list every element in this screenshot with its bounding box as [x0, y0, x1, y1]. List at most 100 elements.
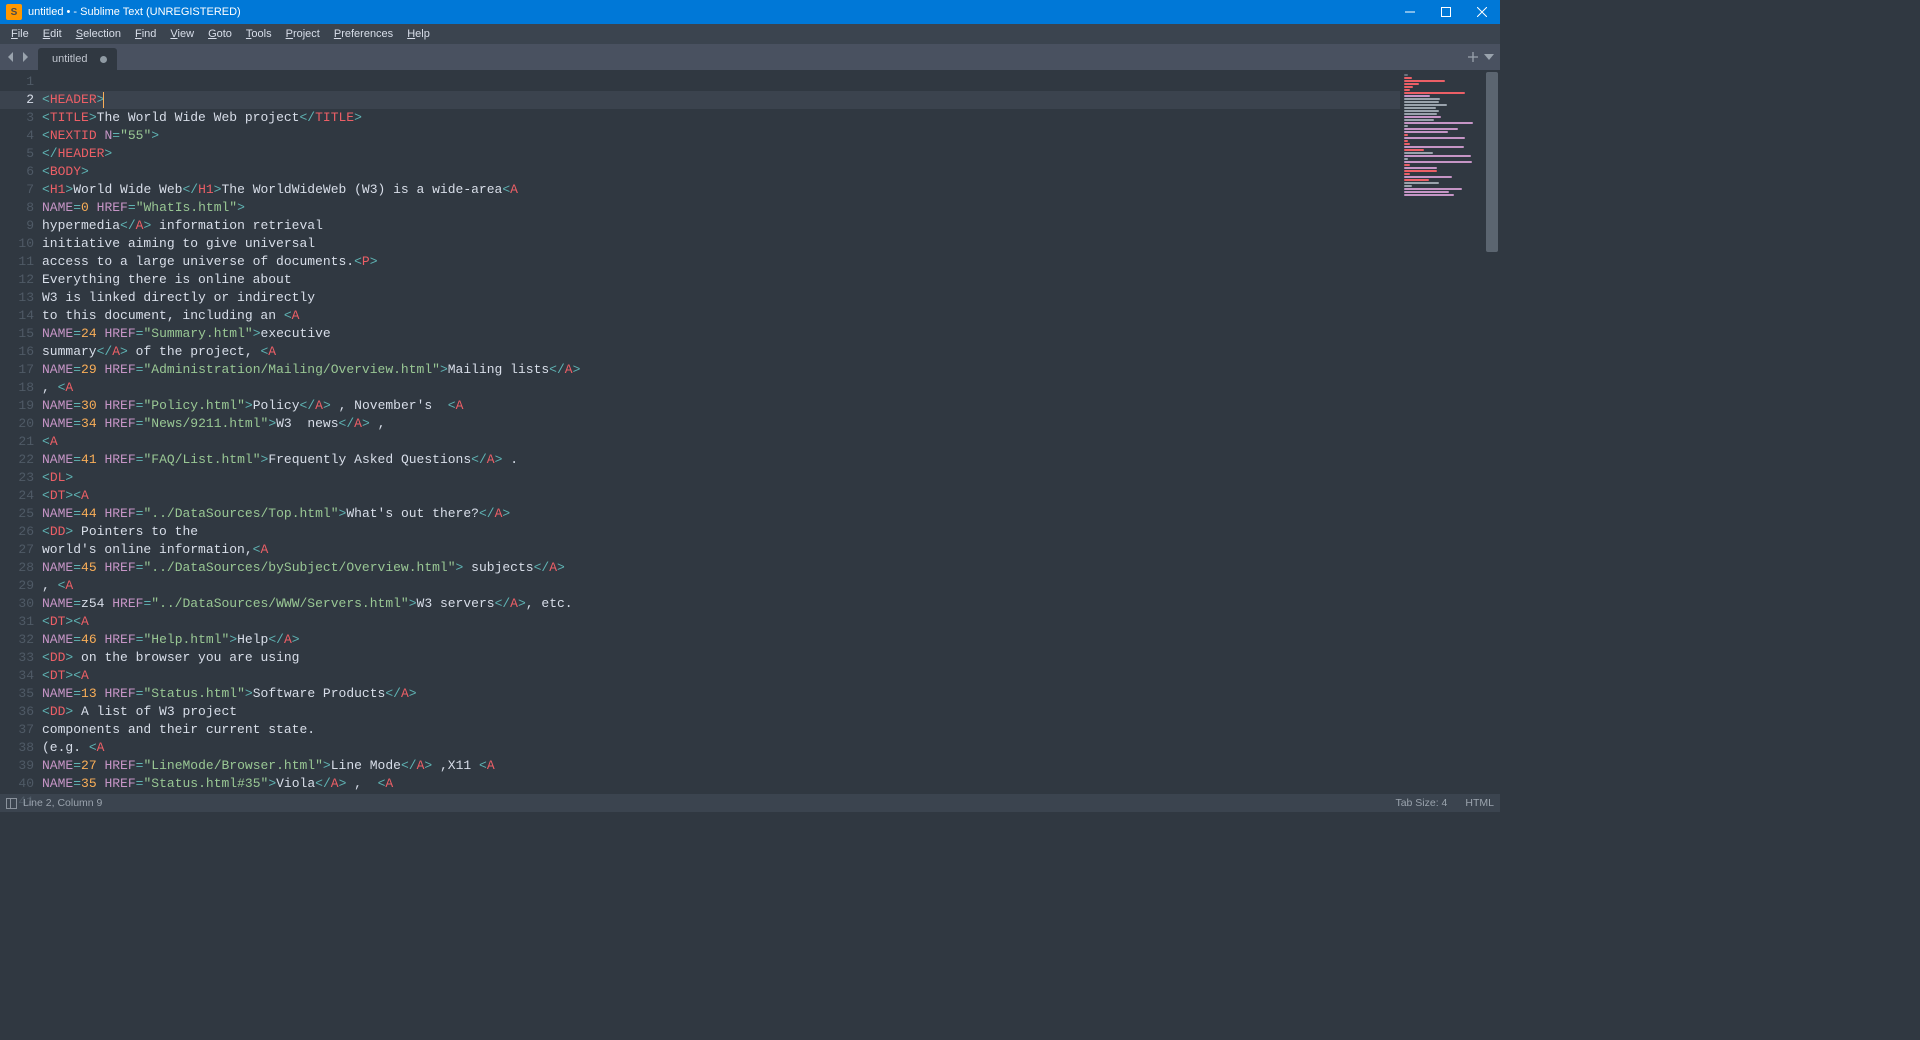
new-tab-icon[interactable] [1468, 52, 1478, 62]
menu-project[interactable]: Project [279, 26, 327, 42]
code-line[interactable]: (e.g. <A [42, 739, 1400, 757]
code-line[interactable]: access to a large universe of documents.… [42, 253, 1400, 271]
line-number[interactable]: 26 [0, 523, 42, 541]
menu-selection[interactable]: Selection [69, 26, 128, 42]
line-number[interactable]: 36 [0, 703, 42, 721]
code-line[interactable]: to this document, including an <A [42, 307, 1400, 325]
status-position[interactable]: Line 2, Column 9 [23, 797, 102, 809]
code-line[interactable]: , <A [42, 577, 1400, 595]
line-number[interactable]: 11 [0, 253, 42, 271]
code-line[interactable]: <DD> Pointers to the [42, 523, 1400, 541]
line-number[interactable]: 6 [0, 163, 42, 181]
tabs-dropdown-icon[interactable] [1484, 52, 1494, 62]
code-line[interactable]: <DT><A [42, 613, 1400, 631]
line-number[interactable]: 9 [0, 217, 42, 235]
code-line[interactable] [42, 73, 1400, 91]
line-number-gutter[interactable]: 1234567891011121314151617181920212223242… [0, 70, 42, 794]
menu-edit[interactable]: Edit [36, 26, 69, 42]
code-line[interactable]: <DD> A list of W3 project [42, 703, 1400, 721]
line-number[interactable]: 8 [0, 199, 42, 217]
code-line[interactable]: initiative aiming to give universal [42, 235, 1400, 253]
menu-help[interactable]: Help [400, 26, 437, 42]
code-line[interactable]: <A [42, 433, 1400, 451]
tab-untitled[interactable]: untitled [38, 48, 117, 70]
close-button[interactable] [1464, 0, 1500, 24]
scrollbar-thumb[interactable] [1486, 72, 1498, 252]
code-line[interactable]: NAME=29 HREF="Administration/Mailing/Ove… [42, 361, 1400, 379]
menu-tools[interactable]: Tools [239, 26, 279, 42]
line-number[interactable]: 1 [0, 73, 42, 91]
menu-goto[interactable]: Goto [201, 26, 239, 42]
sidebar-toggle-icon[interactable] [6, 798, 17, 809]
code-line[interactable]: NAME=27 HREF="LineMode/Browser.html">Lin… [42, 757, 1400, 775]
code-line[interactable]: <DT><A [42, 487, 1400, 505]
line-number[interactable]: 25 [0, 505, 42, 523]
menu-view[interactable]: View [163, 26, 201, 42]
line-number[interactable]: 16 [0, 343, 42, 361]
code-line[interactable]: <DL> [42, 469, 1400, 487]
code-line[interactable]: </HEADER> [42, 145, 1400, 163]
line-number[interactable]: 19 [0, 397, 42, 415]
code-line[interactable]: NAME=26 HREF="NeXT/WorldWideWeb.html">Ne… [42, 793, 1400, 794]
code-line[interactable]: NAME=30 HREF="Policy.html">Policy</A> , … [42, 397, 1400, 415]
maximize-button[interactable] [1428, 0, 1464, 24]
line-number[interactable]: 37 [0, 721, 42, 739]
line-number[interactable]: 3 [0, 109, 42, 127]
code-line[interactable]: NAME=34 HREF="News/9211.html">W3 news</A… [42, 415, 1400, 433]
line-number[interactable]: 13 [0, 289, 42, 307]
line-number[interactable]: 39 [0, 757, 42, 775]
code-line[interactable]: world's online information,<A [42, 541, 1400, 559]
code-line[interactable]: NAME=13 HREF="Status.html">Software Prod… [42, 685, 1400, 703]
line-number[interactable]: 30 [0, 595, 42, 613]
line-number[interactable]: 4 [0, 127, 42, 145]
code-line[interactable]: <NEXTID N="55"> [42, 127, 1400, 145]
line-number[interactable]: 17 [0, 361, 42, 379]
line-number[interactable]: 18 [0, 379, 42, 397]
line-number[interactable]: 33 [0, 649, 42, 667]
code-line[interactable]: W3 is linked directly or indirectly [42, 289, 1400, 307]
nav-forward-icon[interactable] [20, 50, 30, 64]
menu-preferences[interactable]: Preferences [327, 26, 400, 42]
line-number[interactable]: 40 [0, 775, 42, 793]
line-number[interactable]: 27 [0, 541, 42, 559]
code-line[interactable]: Everything there is online about [42, 271, 1400, 289]
status-tabsize[interactable]: Tab Size: 4 [1395, 797, 1447, 809]
menu-find[interactable]: Find [128, 26, 163, 42]
line-number[interactable]: 20 [0, 415, 42, 433]
status-syntax[interactable]: HTML [1465, 797, 1494, 809]
code-area[interactable]: <HEADER><TITLE>The World Wide Web projec… [42, 70, 1400, 794]
line-number[interactable]: 24 [0, 487, 42, 505]
line-number[interactable]: 34 [0, 667, 42, 685]
code-line[interactable]: NAME=35 HREF="Status.html#35">Viola</A> … [42, 775, 1400, 793]
line-number[interactable]: 21 [0, 433, 42, 451]
line-number[interactable]: 23 [0, 469, 42, 487]
code-line[interactable]: NAME=45 HREF="../DataSources/bySubject/O… [42, 559, 1400, 577]
line-number[interactable]: 2 [0, 91, 42, 109]
scrollbar-vertical[interactable] [1486, 70, 1498, 794]
code-line[interactable]: NAME=24 HREF="Summary.html">executive [42, 325, 1400, 343]
line-number[interactable]: 31 [0, 613, 42, 631]
line-number[interactable]: 12 [0, 271, 42, 289]
line-number[interactable]: 10 [0, 235, 42, 253]
line-number[interactable]: 14 [0, 307, 42, 325]
code-line[interactable]: <DD> on the browser you are using [42, 649, 1400, 667]
line-number[interactable]: 22 [0, 451, 42, 469]
line-number[interactable]: 35 [0, 685, 42, 703]
code-line[interactable]: NAME=46 HREF="Help.html">Help</A> [42, 631, 1400, 649]
line-number[interactable]: 7 [0, 181, 42, 199]
code-line[interactable]: NAME=z54 HREF="../DataSources/WWW/Server… [42, 595, 1400, 613]
line-number[interactable]: 15 [0, 325, 42, 343]
code-line[interactable]: NAME=44 HREF="../DataSources/Top.html">W… [42, 505, 1400, 523]
line-number[interactable]: 38 [0, 739, 42, 757]
code-line[interactable]: <TITLE>The World Wide Web project</TITLE… [42, 109, 1400, 127]
line-number[interactable]: 5 [0, 145, 42, 163]
menu-file[interactable]: File [4, 26, 36, 42]
code-line[interactable]: components and their current state. [42, 721, 1400, 739]
line-number[interactable]: 28 [0, 559, 42, 577]
minimize-button[interactable] [1392, 0, 1428, 24]
code-line[interactable]: hypermedia</A> information retrieval [42, 217, 1400, 235]
code-line[interactable]: , <A [42, 379, 1400, 397]
code-line[interactable]: <BODY> [42, 163, 1400, 181]
line-number[interactable]: 32 [0, 631, 42, 649]
code-line[interactable]: <H1>World Wide Web</H1>The WorldWideWeb … [42, 181, 1400, 199]
